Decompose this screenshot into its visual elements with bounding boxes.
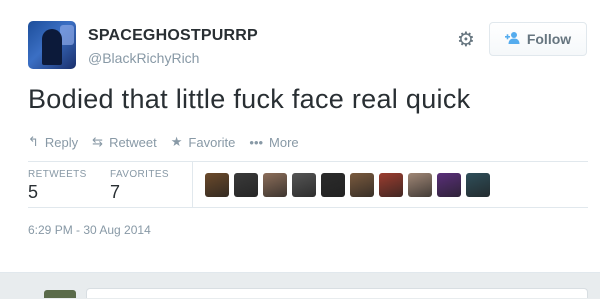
favorite-label: Favorite [188,134,236,150]
tweet-actions: ↰ Reply ⇆ Retweet ★ Favorite ••• More [28,134,299,150]
favoriter-avatar[interactable] [321,173,345,197]
reply-label: Reply [44,134,79,150]
divider [28,207,588,208]
author-username[interactable]: @BlackRichyRich [88,50,199,66]
favoriter-avatar[interactable] [379,173,403,197]
favoriter-avatar[interactable] [408,173,432,197]
retweet-label: Retweet [109,134,157,150]
favoriter-avatars [205,173,490,197]
favorite-button[interactable]: ★ Favorite [171,134,236,150]
stats-divider [192,161,193,207]
more-dots-icon: ••• [249,134,264,150]
avatar-glow [60,25,74,45]
author-fullname[interactable]: SPACEGHOSTPURRP [88,27,258,45]
favoriter-avatar[interactable] [205,173,229,197]
retweets-stat[interactable]: RETWEETS 5 [28,169,87,203]
favorites-stat[interactable]: FAVORITES 7 [110,169,169,203]
avatar-figure [42,29,62,65]
follow-label: Follow [526,31,572,47]
tweet-card: SPACEGHOSTPURRP @BlackRichyRich ⚙ Follow… [0,0,600,272]
avatar[interactable] [28,21,76,69]
favoriter-avatar[interactable] [437,173,461,197]
reply-button[interactable]: ↰ Reply [28,134,78,150]
tweet-timestamp[interactable]: 6:29 PM - 30 Aug 2014 [28,223,151,237]
tweet-text: Bodied that little fuck face real quick [28,84,471,114]
favorites-label: FAVORITES [110,169,169,180]
favorites-count: 7 [110,182,121,202]
gear-icon[interactable]: ⚙ [455,29,477,51]
favoriter-avatar[interactable] [350,173,374,197]
more-button[interactable]: ••• More [249,134,298,150]
favoriter-avatar[interactable] [234,173,258,197]
divider [28,161,588,162]
star-icon: ★ [170,134,183,149]
retweet-button[interactable]: ⇆ Retweet [92,134,157,150]
more-label: More [269,134,299,150]
add-user-icon [504,31,521,48]
favoriter-avatar[interactable] [263,173,287,197]
favoriter-avatar[interactable] [292,173,316,197]
retweets-label: RETWEETS [28,169,87,180]
retweets-count: 5 [28,182,39,202]
favoriter-avatar[interactable] [466,173,490,197]
retweet-icon: ⇆ [92,134,104,149]
reply-avatar [44,290,76,298]
reply-input[interactable] [86,288,588,298]
follow-button[interactable]: Follow [489,22,587,56]
reply-icon: ↰ [28,134,39,149]
